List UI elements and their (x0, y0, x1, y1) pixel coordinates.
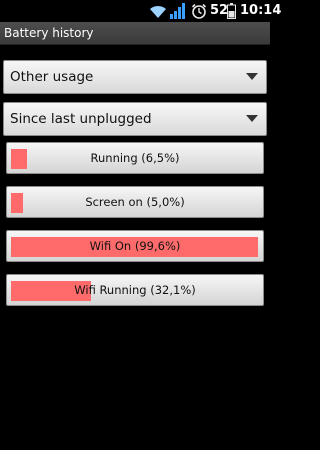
signal-icon (170, 3, 185, 19)
usage-item-wifi-on[interactable]: Wifi On (99,6%) (6, 230, 264, 262)
chevron-down-icon (246, 73, 258, 80)
usage-item-label: Wifi On (99,6%) (89, 239, 181, 253)
battery-level-text: 52 (210, 3, 229, 18)
since-value: Since last unplugged (10, 111, 152, 127)
status-bar: 52 10:14 (0, 0, 281, 22)
alarm-icon (191, 3, 207, 19)
wifi-icon (150, 5, 166, 18)
usage-item-label: Running (6,5%) (90, 151, 180, 165)
usage-item-screen-on[interactable]: Screen on (5,0%) (6, 186, 264, 218)
usage-item-wifi-running[interactable]: Wifi Running (32,1%) (6, 274, 264, 306)
chevron-down-icon (246, 115, 258, 122)
usage-item-label: Wifi Running (32,1%) (74, 283, 196, 297)
usage-type-value: Other usage (10, 69, 94, 85)
page-title: Battery history (4, 26, 94, 40)
usage-item-label: Screen on (5,0%) (85, 195, 185, 209)
clock: 10:14 (240, 3, 282, 18)
usage-type-dropdown[interactable]: Other usage (3, 60, 267, 94)
since-dropdown[interactable]: Since last unplugged (3, 102, 267, 136)
usage-item-running[interactable]: Running (6,5%) (6, 142, 264, 174)
title-bar: Battery history (0, 22, 270, 45)
screen: 52 10:14 Battery history Other usage Sin… (0, 0, 281, 450)
battery-icon (227, 3, 236, 19)
